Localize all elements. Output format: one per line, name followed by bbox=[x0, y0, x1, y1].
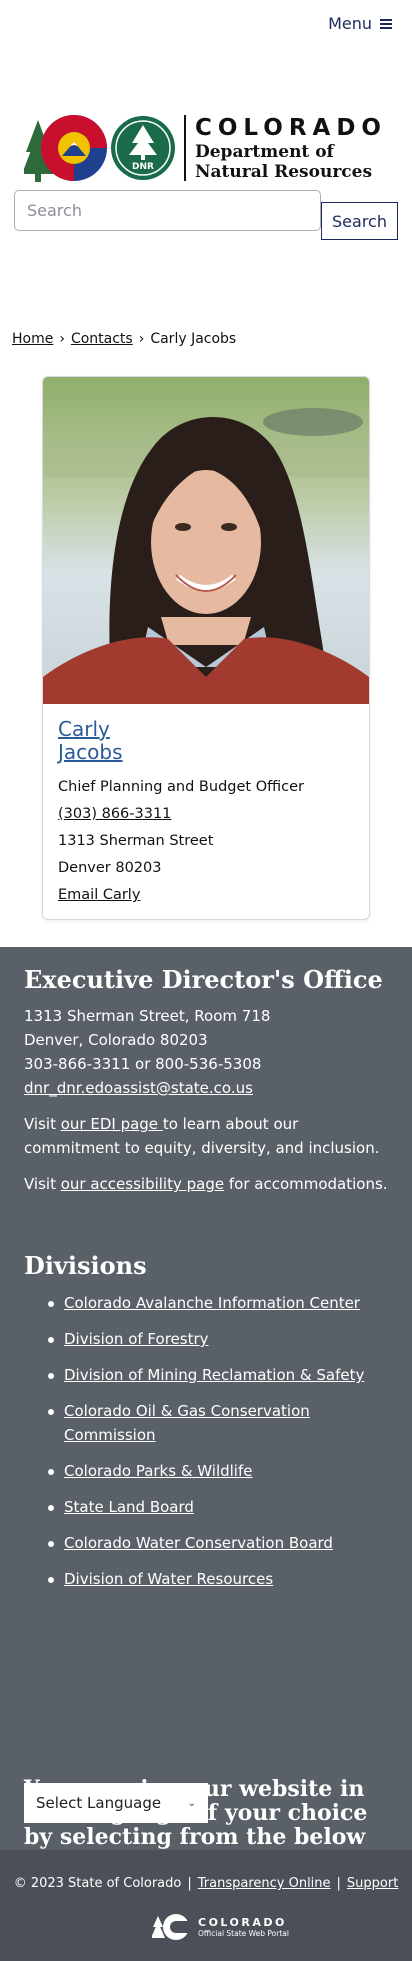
access-prefix: Visit bbox=[24, 1175, 61, 1193]
division-item: Colorado Parks & Wildlife bbox=[24, 1459, 394, 1483]
division-link[interactable]: Colorado Parks & Wildlife bbox=[64, 1462, 253, 1480]
transparency-link[interactable]: Transparency Online bbox=[198, 1876, 331, 1891]
logo-state: COLORADO bbox=[195, 115, 387, 141]
contact-title: Chief Planning and Budget Officer bbox=[58, 779, 304, 795]
dnr-seal-icon: DNR bbox=[111, 116, 175, 180]
division-link[interactable]: Division of Water Resources bbox=[64, 1570, 273, 1588]
logo-divider bbox=[184, 115, 186, 181]
link-separator: | bbox=[336, 1876, 341, 1891]
menu-label: Menu bbox=[328, 14, 372, 33]
division-link[interactable]: Division of Forestry bbox=[64, 1330, 209, 1348]
link-separator: | bbox=[187, 1876, 192, 1891]
hamburger-icon bbox=[380, 18, 392, 29]
division-item: Division of Mining Reclamation & Safety bbox=[24, 1363, 394, 1387]
contact-city-zip: Denver 80203 bbox=[58, 860, 162, 876]
menu-button[interactable]: Menu bbox=[328, 14, 392, 33]
division-item: Colorado Avalanche Information Center bbox=[24, 1291, 394, 1315]
breadcrumb-current: Carly Jacobs bbox=[150, 331, 237, 347]
bottom-links: © 2023 State of Colorado | Transparency On… bbox=[0, 1876, 412, 1891]
office-address: 1313 Sherman Street, Room 718 Denver, Co… bbox=[24, 1004, 394, 1100]
division-link[interactable]: State Land Board bbox=[64, 1498, 194, 1516]
division-link[interactable]: Division of Mining Reclamation & Safety bbox=[64, 1366, 364, 1384]
division-link[interactable]: Colorado Avalanche Information Center bbox=[64, 1294, 360, 1312]
site-footer: Executive Director's Office 1313 Sherman… bbox=[0, 947, 412, 1873]
portal-name: COLORADO bbox=[198, 1916, 287, 1929]
copyright-text: © 2023 State of Colorado bbox=[13, 1876, 182, 1891]
contact-email-link[interactable]: Email Carly bbox=[58, 882, 354, 909]
edi-page-link[interactable]: our EDI page bbox=[61, 1115, 163, 1133]
colorado-c-icon bbox=[152, 1914, 190, 1940]
contact-name-link[interactable]: Carly Jacobs bbox=[58, 718, 178, 764]
dnr-badge-text: DNR bbox=[132, 162, 154, 172]
edi-prefix: Visit bbox=[24, 1115, 61, 1133]
division-item: Colorado Water Conservation Board bbox=[24, 1531, 394, 1555]
address-line1: 1313 Sherman Street, Room 718 bbox=[24, 1007, 271, 1025]
division-link[interactable]: Colorado Water Conservation Board bbox=[64, 1534, 333, 1552]
office-email-link[interactable]: dnr_dnr.edoassist@state.co.us bbox=[24, 1079, 253, 1097]
contact-last-name: Jacobs bbox=[58, 740, 123, 764]
support-link[interactable]: Support bbox=[347, 1876, 398, 1891]
contact-photo bbox=[43, 377, 369, 704]
breadcrumb: Home › Contacts › Carly Jacobs bbox=[12, 331, 236, 347]
division-item: Division of Water Resources bbox=[24, 1567, 394, 1591]
portal-subtitle: Official State Web Portal bbox=[198, 1929, 289, 1938]
breadcrumb-separator: › bbox=[59, 331, 65, 347]
division-item: Division of Forestry bbox=[24, 1327, 394, 1351]
search-button[interactable]: Search bbox=[321, 202, 398, 240]
contact-phone-link[interactable]: (303) 866-3311 bbox=[58, 801, 354, 828]
colorado-c-logo-icon bbox=[24, 115, 107, 182]
chevron-down-icon: ⌄ bbox=[187, 1797, 196, 1809]
division-item: Colorado Oil & Gas Conservation Commissi… bbox=[24, 1399, 394, 1447]
office-phone: 303-866-3311 or 800-536-5308 bbox=[24, 1055, 262, 1073]
dnr-logo[interactable]: DNR COLORADO Department of Natural Resou… bbox=[24, 112, 394, 184]
contact-street: 1313 Sherman Street bbox=[58, 833, 214, 849]
edi-paragraph: Visit our EDI page to learn about our co… bbox=[24, 1112, 394, 1160]
portal-text: COLORADO Official State Web Portal bbox=[198, 1916, 289, 1938]
breadcrumb-separator: › bbox=[138, 331, 145, 347]
logo-dept-line1: Department of bbox=[195, 142, 334, 162]
accessibility-paragraph: Visit our accessibility page for accommo… bbox=[24, 1172, 394, 1196]
access-suffix: for accommodations. bbox=[224, 1175, 388, 1193]
breadcrumb-contacts[interactable]: Contacts bbox=[71, 331, 133, 347]
logo-text: COLORADO Department of Natural Resources bbox=[195, 114, 387, 182]
language-select[interactable]: Select Language ⌄ bbox=[24, 1783, 208, 1823]
divisions-heading: Divisions bbox=[24, 1251, 147, 1280]
contact-first-name: Carly bbox=[58, 717, 110, 741]
search-bar: Search bbox=[14, 190, 398, 240]
contact-details: Carly Jacobs Chief Planning and Budget O… bbox=[43, 704, 369, 919]
breadcrumb-home[interactable]: Home bbox=[12, 331, 53, 347]
division-link[interactable]: Colorado Oil & Gas Conservation Commissi… bbox=[64, 1402, 310, 1444]
accessibility-page-link[interactable]: our accessibility page bbox=[61, 1175, 224, 1193]
logo-dept-line2: Natural Resources bbox=[195, 162, 373, 182]
division-item: State Land Board bbox=[24, 1495, 394, 1519]
language-select-label: Select Language bbox=[36, 1794, 162, 1812]
divisions-list: Colorado Avalanche Information Center Di… bbox=[24, 1291, 394, 1603]
address-line2: Denver, Colorado 80203 bbox=[24, 1031, 208, 1049]
bottom-bar: © 2023 State of Colorado | Transparency On… bbox=[0, 1850, 412, 1961]
office-heading: Executive Director's Office bbox=[24, 965, 383, 994]
top-bar: Menu bbox=[0, 0, 412, 50]
search-input[interactable] bbox=[14, 190, 321, 231]
state-portal-logo[interactable]: COLORADO Official State Web Portal bbox=[152, 1912, 289, 1942]
contact-card: Carly Jacobs Chief Planning and Budget O… bbox=[42, 376, 370, 920]
